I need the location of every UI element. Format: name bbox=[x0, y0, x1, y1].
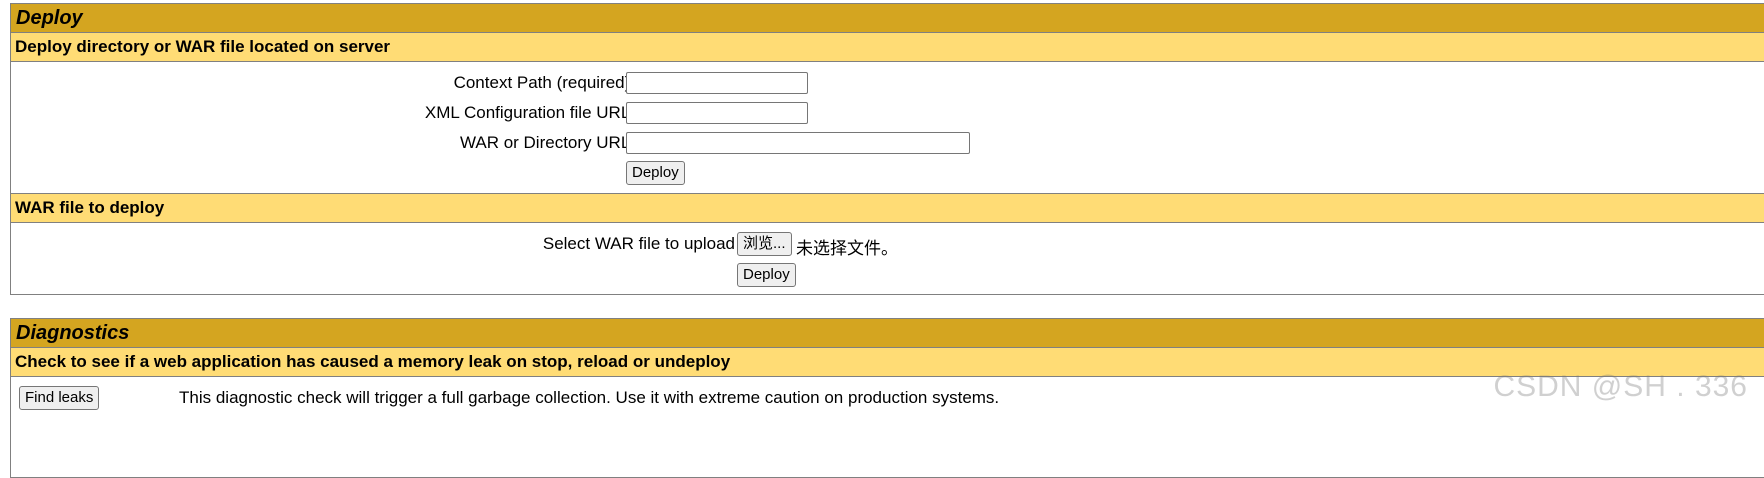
no-file-selected-text: 未选择文件。 bbox=[796, 239, 898, 258]
xml-config-label: XML Configuration file URL: bbox=[424, 103, 635, 122]
select-war-label: Select WAR file to upload bbox=[542, 234, 735, 253]
war-dir-label: WAR or Directory URL: bbox=[459, 133, 635, 152]
browse-button[interactable]: 浏览... bbox=[737, 232, 792, 256]
diagnostics-title: Diagnostics bbox=[11, 319, 1764, 348]
watermark: CSDN @SH . 336 bbox=[1493, 370, 1748, 403]
find-leaks-button[interactable]: Find leaks bbox=[19, 386, 100, 410]
upload-deploy-header: WAR file to deploy bbox=[11, 194, 1764, 223]
xml-config-input[interactable] bbox=[626, 102, 808, 124]
diagnostics-description: This diagnostic check will trigger a ful… bbox=[179, 388, 1000, 407]
war-dir-input[interactable] bbox=[626, 132, 970, 154]
context-path-input[interactable] bbox=[626, 72, 808, 94]
deploy-title: Deploy bbox=[11, 4, 1764, 33]
server-deploy-header: Deploy directory or WAR file located on … bbox=[11, 33, 1764, 62]
server-deploy-form: Context Path (required): XML Configurati… bbox=[11, 62, 1764, 194]
upload-deploy-form: Select WAR file to upload 浏览... 未选择文件。 D… bbox=[11, 223, 1764, 294]
upload-deploy-button[interactable]: Deploy bbox=[737, 263, 796, 287]
deploy-panel: Deploy Deploy directory or WAR file loca… bbox=[10, 3, 1764, 295]
context-path-label: Context Path (required): bbox=[453, 73, 635, 92]
server-deploy-button[interactable]: Deploy bbox=[626, 161, 685, 185]
